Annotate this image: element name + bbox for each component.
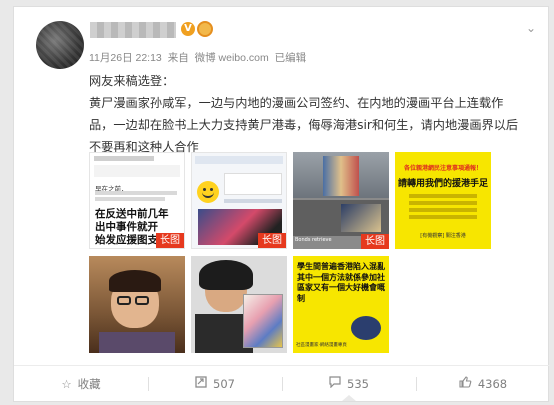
verified-badge-icon: V: [181, 22, 195, 36]
glasses-left: [117, 296, 131, 305]
post-line: 品，一边却在脸书上大力支持黄尸港毒，侮辱海港sir和何生，请内地漫画界以后: [89, 118, 519, 132]
poster-photo: [341, 204, 381, 232]
image-thumbnail-5[interactable]: [89, 256, 185, 353]
image-thumbnail-4[interactable]: 各位親港網民注意事項通報！ 請轉用我們的援港手足 [有機觀察] 關注香港: [395, 152, 491, 249]
cartoon-figure: [351, 316, 381, 340]
text-line-bar: [224, 199, 282, 203]
preview-block: [94, 165, 180, 177]
repost-icon: [195, 376, 207, 391]
img1-headline: 出中事件就开: [95, 221, 158, 233]
img4-footer: [有機觀察] 關注香港: [420, 233, 466, 239]
text-line-bar: [409, 194, 477, 198]
img3-caption: Bonds retrieve: [295, 237, 332, 243]
image-grid: 早在之前， 在反送中前几年 出中事件就开 始发应援图支持 长图 长图 Bonds…: [89, 152, 491, 354]
thumbs-up-icon: [459, 376, 472, 391]
edited-label[interactable]: 已编辑: [275, 52, 307, 64]
medal-icon: [197, 21, 213, 37]
image-thumbnail-2[interactable]: 长图: [191, 152, 287, 249]
favorite-button[interactable]: ☆ 收藏: [14, 366, 148, 401]
long-image-tag: 长图: [258, 233, 286, 248]
source-link[interactable]: 微博 weibo.com: [195, 52, 269, 64]
hair: [199, 260, 253, 290]
text-line-bar: [409, 215, 477, 219]
repost-button[interactable]: 507: [148, 366, 282, 401]
chevron-down-icon[interactable]: ⌄: [526, 21, 536, 35]
text-line-bar: [409, 208, 477, 212]
image-thumbnail-7[interactable]: 學生間普遍香港陷入混亂其中一個方法就係參加社區家又有一個大好機會嘅制 社區漫畫家…: [293, 256, 389, 353]
image-thumbnail-1[interactable]: 早在之前， 在反送中前几年 出中事件就开 始发应援图支持 长图: [89, 152, 185, 249]
action-bar: ☆ 收藏 507 535 4368: [14, 365, 550, 401]
img7-credit: 社區漫畫家·網絡漫畫專頁: [296, 343, 347, 348]
post-card-preview: [224, 173, 282, 195]
repost-count: 507: [213, 376, 235, 391]
active-indicator: [342, 395, 356, 401]
comic-poster: [243, 294, 283, 348]
long-image-tag: 长图: [156, 233, 184, 248]
text-line-bar: [409, 201, 477, 205]
comment-icon: [329, 376, 341, 391]
img1-headline: 在反送中前几年: [95, 208, 169, 220]
image-thumbnail-3[interactable]: Bonds retrieve 长图: [293, 152, 389, 249]
img4-line2: 請轉用我們的援港手足: [397, 179, 488, 189]
img4-line1: 各位親港網民注意事項通報！: [403, 165, 482, 172]
text-line-bar: [95, 197, 165, 201]
text-line-bar: [95, 191, 177, 195]
weibo-post-card: V ⌄ 11月26日 22:13 来自 微博 weibo.com 已编辑 网友来…: [13, 6, 550, 402]
favorite-label: 收藏: [77, 376, 101, 391]
star-icon: ☆: [61, 376, 72, 391]
like-count: 4368: [477, 376, 508, 391]
img7-text: 學生間普遍香港陷入混亂其中一個方法就係參加社區家又有一個大好機會嘅制: [297, 262, 385, 303]
post-line: 黄尸漫画家孙咸军，一边与内地的漫画公司签约、在内地的漫画平台上连载作: [89, 96, 504, 110]
hair: [109, 270, 161, 292]
like-button[interactable]: 4368: [416, 366, 550, 401]
glasses-right: [135, 296, 149, 305]
username-blurred[interactable]: [90, 22, 176, 38]
comment-button[interactable]: 535: [282, 366, 416, 401]
smiley-icon: [197, 181, 219, 203]
avatar[interactable]: [36, 21, 84, 69]
post-text: 网友来稿选登： 黄尸漫画家孙咸军，一边与内地的漫画公司签约、在内地的漫画平台上连…: [89, 70, 529, 158]
source-prefix: 来自: [167, 52, 189, 64]
post-timestamp[interactable]: 11月26日 22:13: [89, 52, 162, 64]
image-thumbnail-6[interactable]: [191, 256, 287, 353]
comment-count: 535: [347, 376, 369, 391]
long-image-tag: 长图: [361, 234, 389, 249]
header-bar: [94, 156, 154, 161]
post-meta: 11月26日 22:13 来自 微博 weibo.com 已编辑: [89, 50, 309, 65]
shirt: [99, 332, 175, 353]
mural: [323, 156, 359, 196]
post-line: 网友来稿选登：: [89, 74, 175, 88]
header-bar: [195, 156, 283, 164]
